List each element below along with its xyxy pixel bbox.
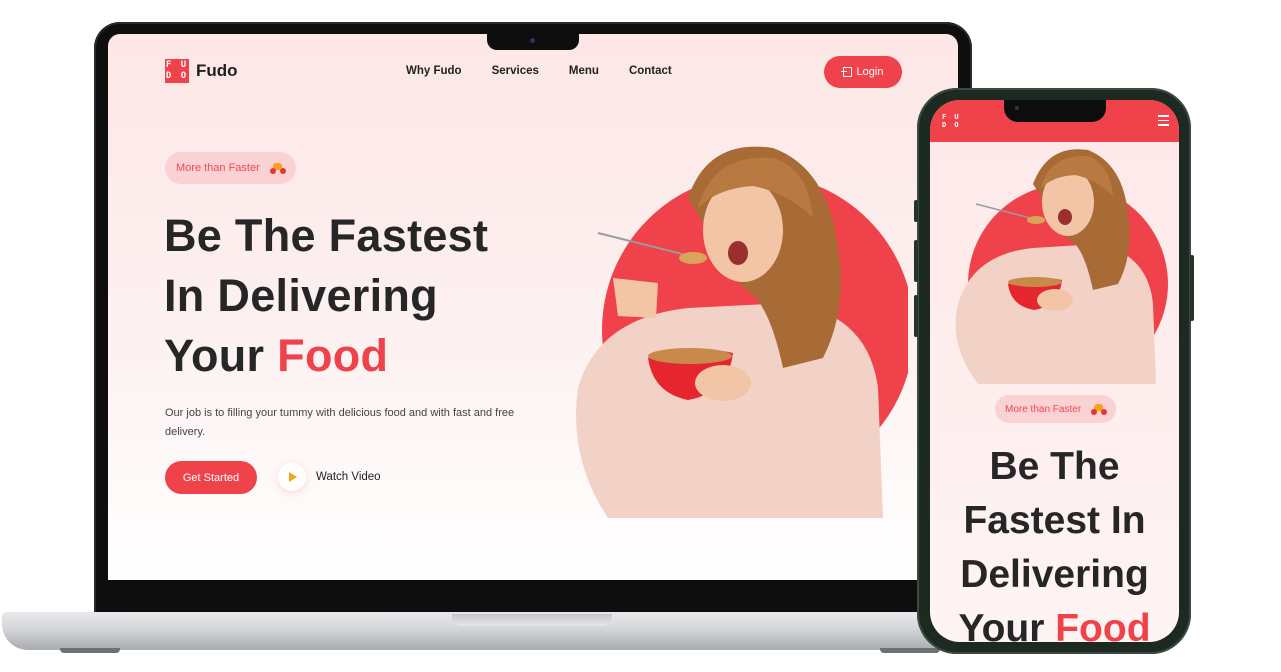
login-icon <box>840 67 852 77</box>
scooter-icon <box>1091 403 1108 415</box>
mobile-hero-badge: More than Faster <box>995 395 1116 423</box>
mobile-hero-title: Be The Fastest In Delivering Your Food <box>930 440 1179 642</box>
login-button[interactable]: Login <box>824 56 902 88</box>
nav-links: Why Fudo Services Menu Contact <box>406 65 672 77</box>
scooter-icon <box>269 162 286 174</box>
mobile-title-line3: Delivering <box>960 553 1149 596</box>
play-icon[interactable] <box>278 463 306 491</box>
logo-mark[interactable]: F UD O <box>165 59 189 83</box>
hero-title-line1: Be The Fastest <box>164 210 489 261</box>
phone-side-button <box>914 240 918 282</box>
hero-description: Our job is to filling your tummy with de… <box>165 407 515 438</box>
laptop-trackpad-notch <box>452 614 612 626</box>
menu-icon[interactable] <box>1158 115 1169 129</box>
hero-title-accent: Food <box>277 330 389 381</box>
laptop-foot <box>880 648 940 653</box>
login-label: Login <box>856 66 884 78</box>
nav-link-contact[interactable]: Contact <box>629 65 672 77</box>
phone-side-button <box>914 200 918 222</box>
nav-link-services[interactable]: Services <box>492 65 539 77</box>
phone-side-button <box>1190 255 1194 321</box>
laptop-camera <box>530 38 535 43</box>
laptop-foot <box>60 648 120 653</box>
mobile-title-line1: Be The <box>989 445 1120 488</box>
phone-camera <box>1015 106 1019 110</box>
nav-link-menu[interactable]: Menu <box>569 65 599 77</box>
hero-title-line3: Your <box>164 330 278 381</box>
phone-notch <box>1004 100 1106 122</box>
watch-video-label: Watch Video <box>316 471 381 483</box>
mobile-title-line2: Fastest In <box>963 499 1146 542</box>
mobile-title-accent: Food <box>1055 607 1151 642</box>
watch-video-button[interactable]: Watch Video <box>278 463 381 491</box>
nav-link-why-fudo[interactable]: Why Fudo <box>406 65 462 77</box>
mobile-title-line4: Your <box>958 607 1056 642</box>
mobile-hero-badge-label: More than Faster <box>1005 403 1082 415</box>
logo-text[interactable]: Fudo <box>196 61 238 81</box>
get-started-button[interactable]: Get Started <box>165 461 257 494</box>
laptop-screen: F UD O Fudo Why Fudo Services Menu Conta… <box>108 34 958 580</box>
hero-title-line2: In Delivering <box>164 270 438 321</box>
mobile-hero-image <box>955 149 1168 384</box>
phone-screen: F UD O More than Faster Be The Fastest I… <box>930 100 1179 642</box>
phone-side-button <box>914 295 918 337</box>
hero-title: Be The Fastest In Delivering Your Food <box>164 206 488 386</box>
hero-badge: More than Faster <box>165 152 296 184</box>
hero-badge-label: More than Faster <box>176 162 260 174</box>
hero-image <box>576 146 908 518</box>
mobile-logo[interactable]: F UD O <box>942 113 961 129</box>
